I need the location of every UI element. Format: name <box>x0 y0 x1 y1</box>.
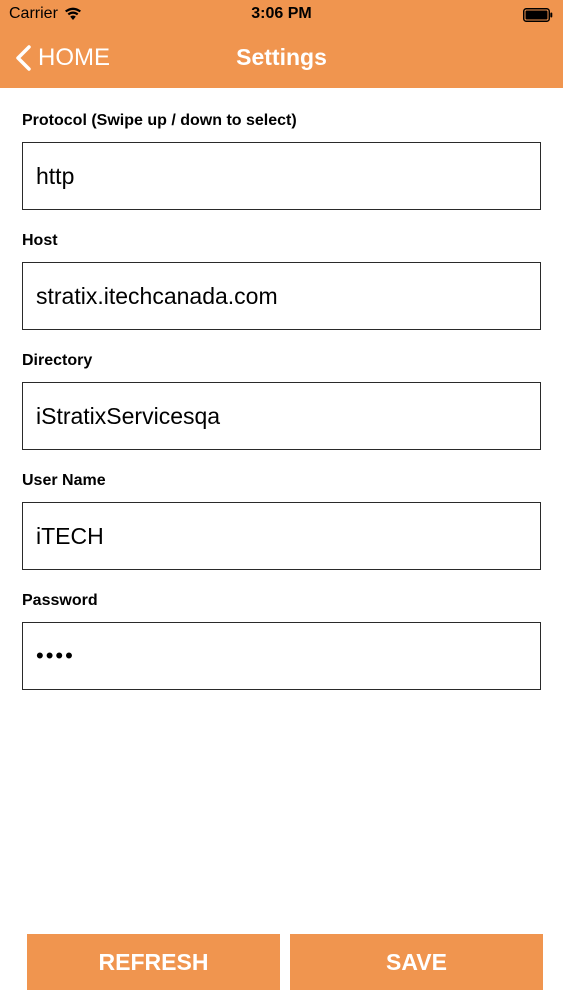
status-bar: Carrier 3:06 PM <box>0 0 563 30</box>
protocol-input[interactable] <box>22 142 541 210</box>
protocol-label: Protocol (Swipe up / down to select) <box>22 112 297 129</box>
settings-form: Protocol (Swipe up / down to select) Hos… <box>22 110 541 710</box>
host-label: Host <box>22 232 58 249</box>
action-buttons: REFRESH SAVE <box>27 934 543 990</box>
status-time: 3:06 PM <box>251 5 312 22</box>
username-label: User Name <box>22 472 106 489</box>
save-button[interactable]: SAVE <box>290 934 543 990</box>
host-input[interactable] <box>22 262 541 330</box>
directory-input[interactable] <box>22 382 541 450</box>
password-input[interactable] <box>22 622 541 690</box>
directory-label: Directory <box>22 352 93 369</box>
navigation-bar: HOME Settings <box>0 30 563 88</box>
refresh-button[interactable]: REFRESH <box>27 934 280 990</box>
password-label: Password <box>22 592 98 609</box>
page-title: Settings <box>236 44 327 70</box>
username-input[interactable] <box>22 502 541 570</box>
battery-icon <box>523 8 553 22</box>
header: Carrier 3:06 PM HOME Settings <box>0 0 563 88</box>
